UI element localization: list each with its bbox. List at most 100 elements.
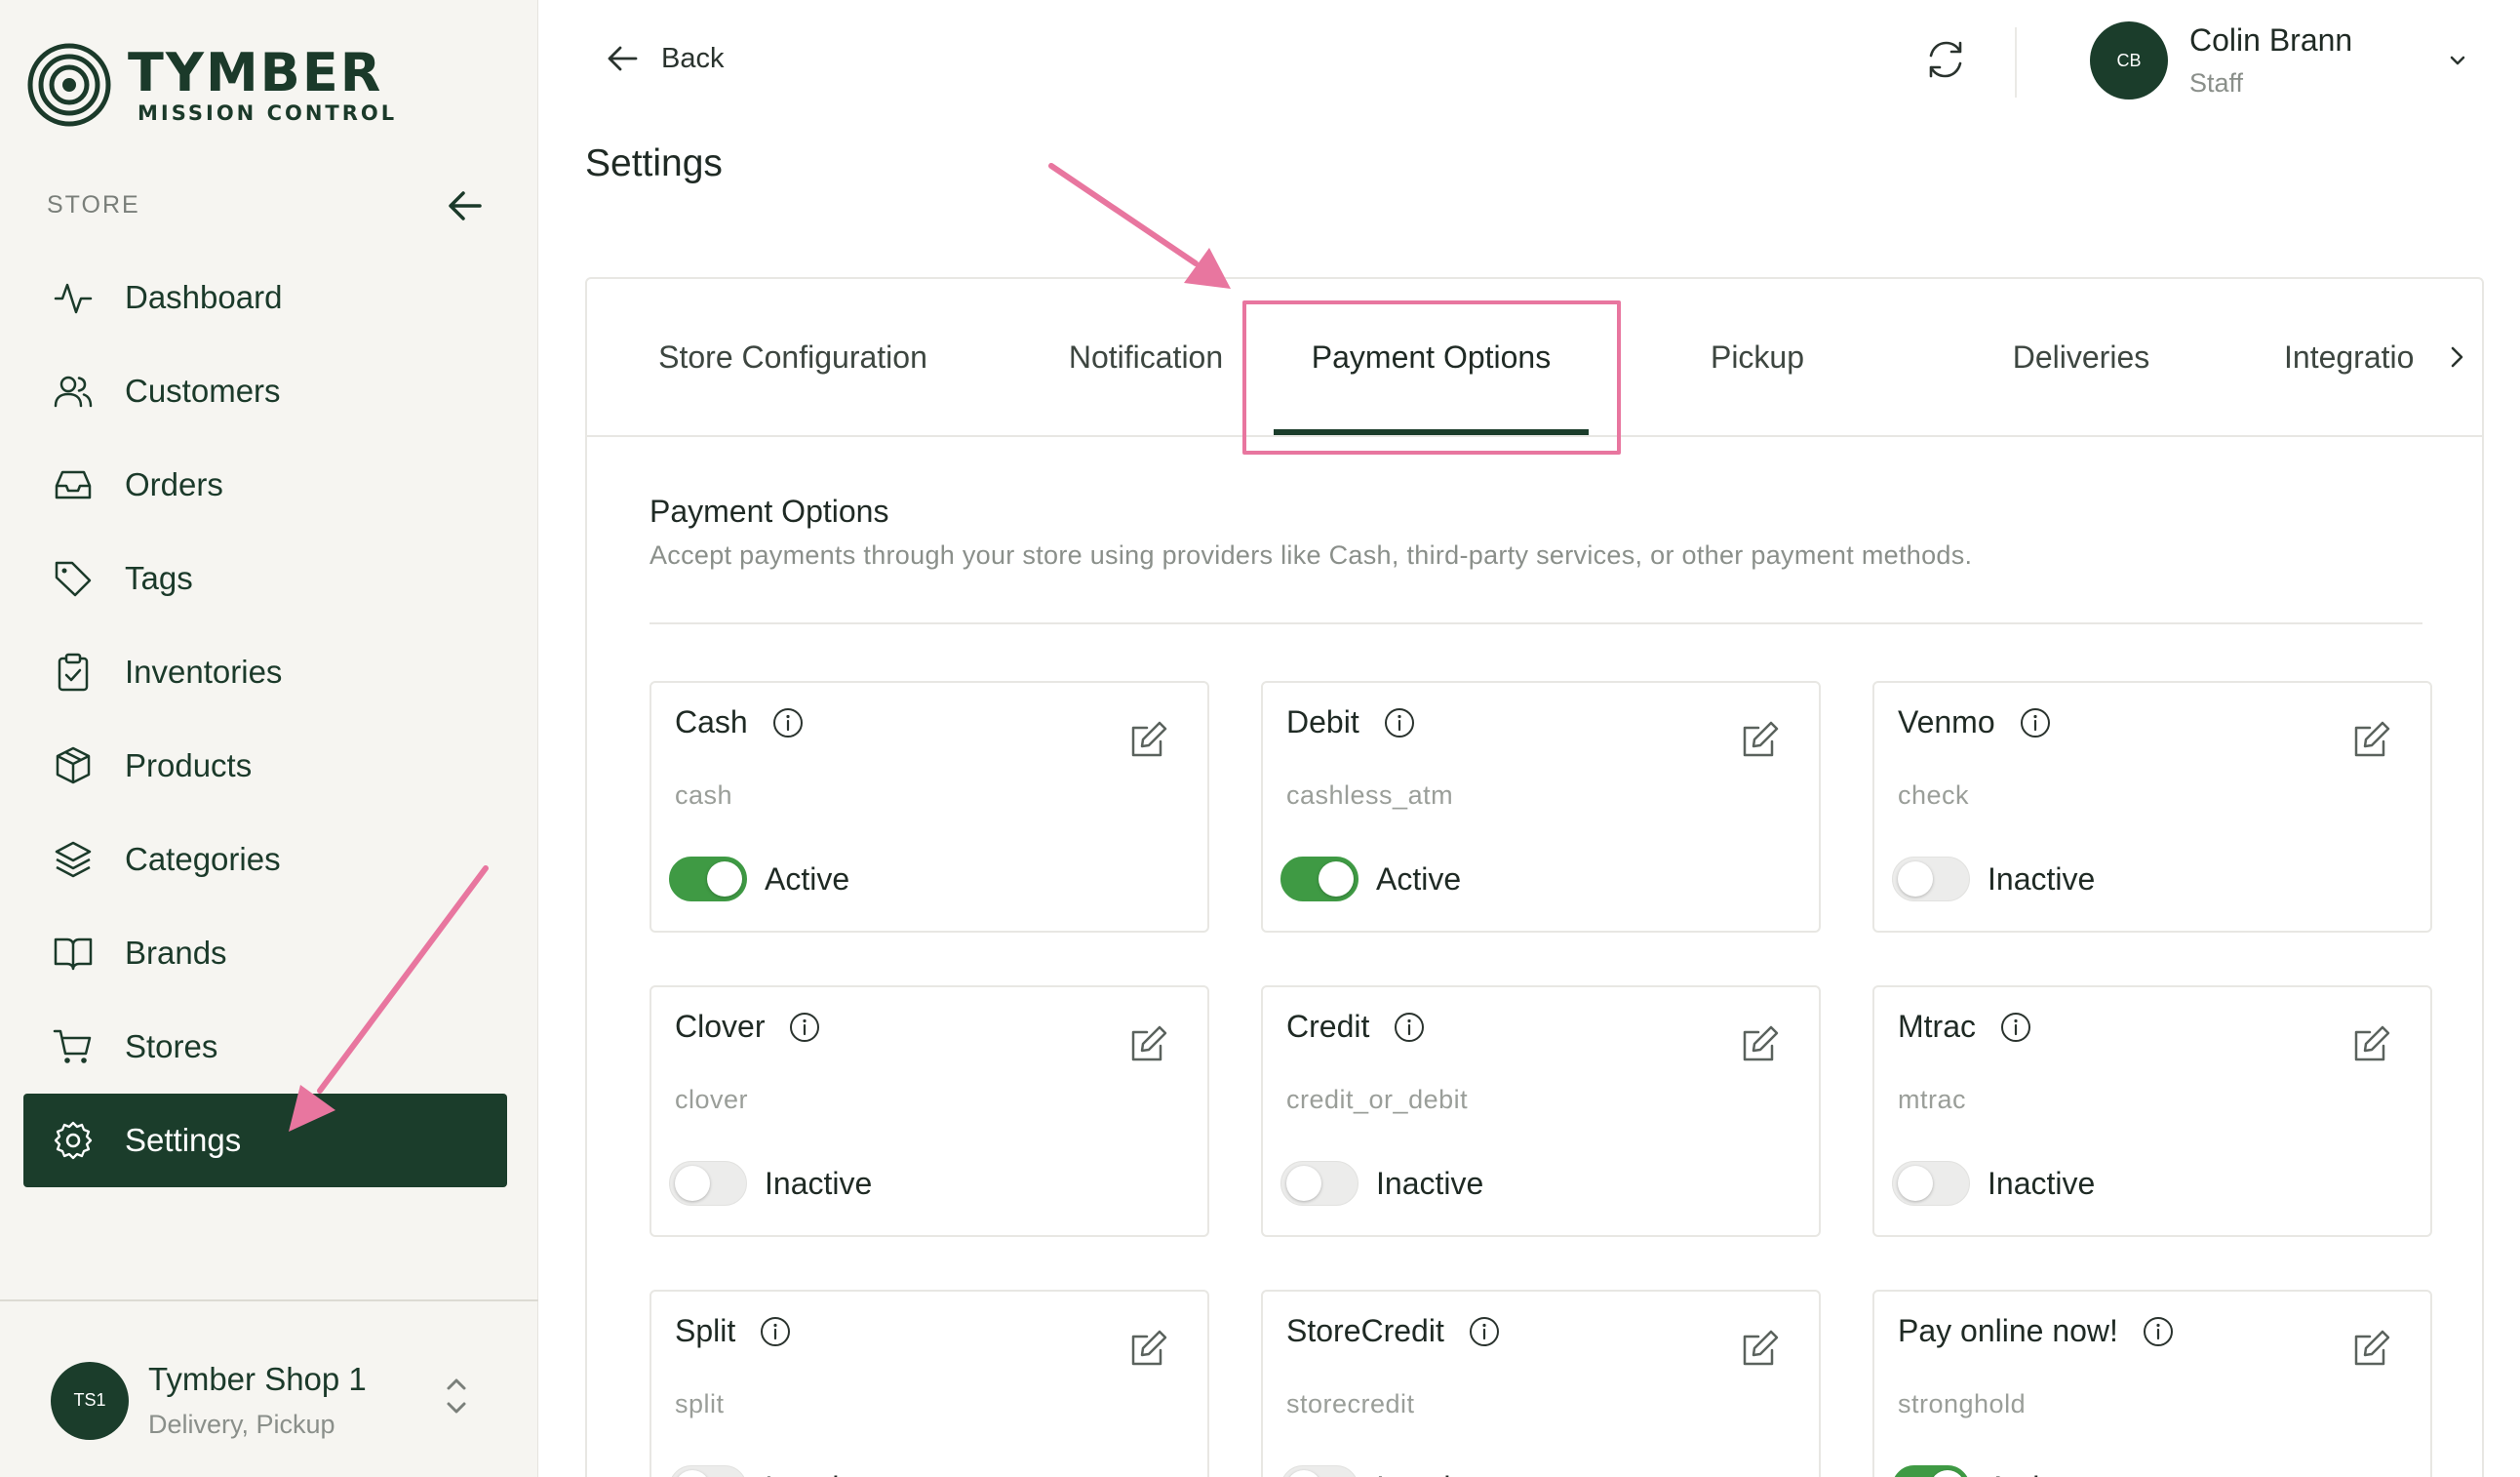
payment-option-code: storecredit [1286, 1389, 1415, 1418]
status-toggle[interactable] [669, 857, 747, 901]
status-toggle[interactable] [1892, 1161, 1970, 1206]
sidebar-nav: Dashboard Customers Orders Tags Inventor… [23, 251, 507, 1187]
page-title: Settings [585, 142, 723, 184]
logo-rings-icon [27, 43, 111, 127]
payment-option-name: Credit [1286, 1009, 1370, 1044]
sidebar-item-brands[interactable]: Brands [23, 906, 507, 1000]
sidebar-item-categories[interactable]: Categories [23, 813, 507, 906]
payment-option-card: Mtrac mtrac Inactive [1872, 985, 2432, 1237]
sidebar-item-label: Categories [125, 841, 281, 877]
status-label: Inactive [1988, 1165, 2096, 1201]
status-toggle[interactable] [1280, 1161, 1358, 1206]
activity-icon [54, 283, 93, 314]
sidebar-item-label: Stores [125, 1028, 218, 1064]
edit-icon[interactable] [2350, 1022, 2393, 1065]
chevrons-up-down-icon[interactable] [439, 1371, 474, 1421]
info-icon[interactable] [771, 706, 805, 739]
tab-payment-options[interactable]: Payment Options [1274, 279, 1589, 435]
payment-option-name: StoreCredit [1286, 1313, 1444, 1348]
back-button[interactable]: Back [605, 41, 724, 76]
edit-icon[interactable] [1739, 1022, 1782, 1065]
collapse-sidebar-arrow-icon[interactable] [445, 185, 486, 226]
sidebar-item-settings[interactable]: Settings [23, 1094, 507, 1187]
clipboard-check-icon [58, 653, 89, 692]
edit-icon[interactable] [2350, 718, 2393, 761]
payment-option-code: mtrac [1898, 1085, 1966, 1114]
book-open-icon [54, 938, 93, 971]
tab-deliveries[interactable]: Deliveries [1925, 279, 2237, 435]
payment-option-card: Credit credit_or_debit Inactive [1261, 985, 1821, 1237]
tag-icon [55, 561, 92, 597]
sidebar-divider [0, 1299, 538, 1301]
section-description: Accept payments through your store using… [650, 540, 1973, 570]
sidebar-item-tags[interactable]: Tags [23, 532, 507, 625]
gear-icon [54, 1121, 93, 1160]
chevron-right-icon[interactable] [2440, 339, 2475, 375]
user-menu[interactable]: CB Colin Brann Staff [2090, 21, 2352, 100]
edit-icon[interactable] [1739, 1327, 1782, 1370]
edit-icon[interactable] [1127, 1022, 1170, 1065]
status-label: Inactive [765, 1470, 872, 1477]
payment-option-card: StoreCredit storecredit Inactive [1261, 1290, 1821, 1477]
tab-pickup[interactable]: Pickup [1611, 279, 1904, 435]
brand-logo[interactable]: TYMBER MISSION CONTROL [26, 42, 397, 128]
edit-icon[interactable] [1127, 718, 1170, 761]
sidebar-item-label: Brands [125, 935, 227, 971]
user-avatar: CB [2090, 21, 2168, 100]
sidebar-item-stores[interactable]: Stores [23, 1000, 507, 1094]
status-label: Active [765, 860, 850, 897]
info-icon[interactable] [1999, 1011, 2032, 1044]
payment-option-name: Pay online now! [1898, 1313, 2118, 1348]
tab-store-configuration[interactable]: Store Configuration [636, 279, 950, 435]
sidebar-item-dashboard[interactable]: Dashboard [23, 251, 507, 344]
info-icon[interactable] [2142, 1315, 2175, 1348]
store-switcher[interactable]: TS1 Tymber Shop 1 Delivery, Pickup [51, 1361, 367, 1440]
store-name: Tymber Shop 1 [148, 1361, 367, 1397]
status-toggle[interactable] [1892, 857, 1970, 901]
info-icon[interactable] [759, 1315, 792, 1348]
payment-option-card: Clover clover Inactive [650, 985, 1209, 1237]
sidebar-item-label: Orders [125, 466, 223, 502]
info-icon[interactable] [1383, 706, 1416, 739]
payment-option-name: Debit [1286, 704, 1359, 739]
package-icon [56, 746, 91, 784]
status-toggle[interactable] [1280, 1465, 1358, 1477]
payment-option-card: Split split Inactive [650, 1290, 1209, 1477]
chevron-down-icon[interactable] [2446, 49, 2469, 72]
tab-notification[interactable]: Notification [977, 279, 1315, 435]
sidebar-section-label: STORE [47, 191, 140, 219]
status-toggle[interactable] [1280, 857, 1358, 901]
info-icon[interactable] [2019, 706, 2052, 739]
sidebar-item-label: Tags [125, 560, 193, 596]
back-label: Back [661, 42, 725, 74]
sidebar-item-inventories[interactable]: Inventories [23, 625, 507, 719]
arrow-left-icon [608, 46, 638, 71]
edit-icon[interactable] [2350, 1327, 2393, 1370]
sidebar-item-label: Products [125, 747, 253, 783]
store-subtitle: Delivery, Pickup [148, 1410, 335, 1439]
refresh-icon[interactable] [1923, 37, 1968, 82]
status-label: Inactive [1376, 1470, 1483, 1477]
edit-icon[interactable] [1127, 1327, 1170, 1370]
tab-integrations[interactable]: Integratio [2284, 279, 2450, 435]
sidebar: TYMBER MISSION CONTROL STORE Dashboard C… [0, 0, 538, 1477]
annotation-arrow-tab [1048, 163, 1231, 289]
status-label: Active [1988, 1470, 2072, 1477]
edit-icon[interactable] [1739, 718, 1782, 761]
section-divider [650, 622, 2422, 624]
info-icon[interactable] [1393, 1011, 1426, 1044]
section-title: Payment Options [650, 494, 889, 529]
sidebar-item-customers[interactable]: Customers [23, 344, 507, 438]
brand-name: TYMBER [128, 42, 383, 103]
info-icon[interactable] [1468, 1315, 1501, 1348]
sidebar-item-orders[interactable]: Orders [23, 438, 507, 532]
payment-option-name: Cash [675, 704, 748, 739]
status-toggle[interactable] [669, 1465, 747, 1477]
status-toggle[interactable] [1892, 1465, 1970, 1477]
shopping-cart-icon [53, 1029, 92, 1063]
payment-option-code: split [675, 1389, 725, 1418]
status-toggle[interactable] [669, 1161, 747, 1206]
info-icon[interactable] [788, 1011, 821, 1044]
payment-option-card: Venmo check Inactive [1872, 681, 2432, 933]
sidebar-item-products[interactable]: Products [23, 719, 507, 813]
